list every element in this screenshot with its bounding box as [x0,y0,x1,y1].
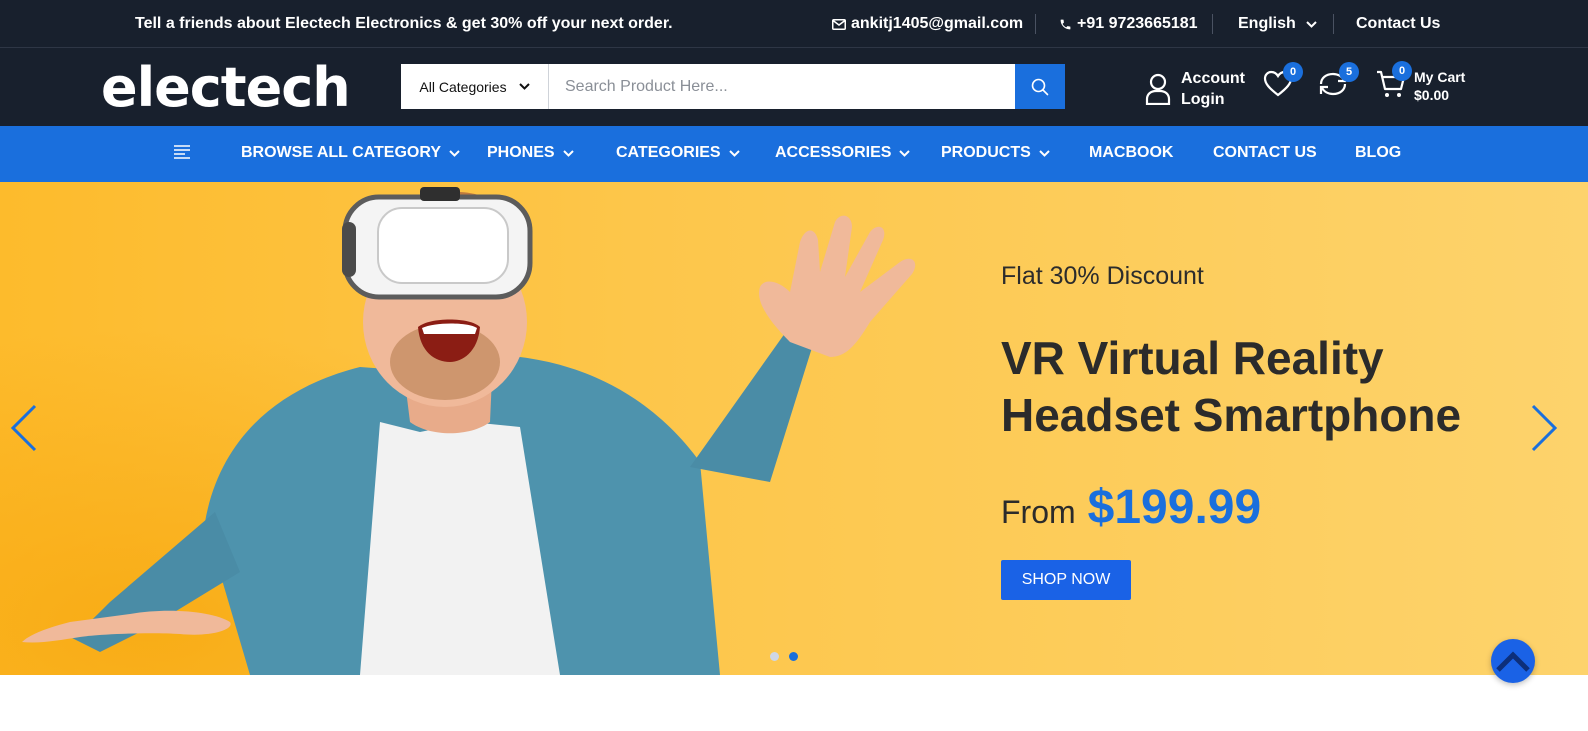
chevron-down-icon [562,149,574,157]
shop-now-button[interactable]: SHOP NOW [1001,560,1131,600]
main-nav: BROWSE ALL CATEGORY PHONES CATEGORIES AC… [0,126,1588,182]
nav-item-label: BROWSE ALL CATEGORY [241,144,441,161]
nav-categories[interactable]: CATEGORIES [616,144,740,162]
compare-count-badge: 5 [1339,62,1359,82]
nav-accessories[interactable]: ACCESSORIES [775,144,911,162]
account-link[interactable]: Account Login [1145,68,1245,110]
category-select-label: All Categories [419,78,507,95]
slider-dot-1[interactable] [770,652,779,661]
language-label: English [1238,15,1296,32]
scroll-to-top-button[interactable] [1491,639,1535,683]
chevron-down-icon [449,149,460,157]
nav-item-label: CATEGORIES [616,144,721,161]
nav-item-label: BLOG [1355,144,1402,161]
promo-text: Tell a friends about Electech Electronic… [135,15,673,32]
wishlist-count-badge: 0 [1283,62,1303,82]
chevron-up-icon [1496,651,1530,672]
hero-subtitle: Flat 30% Discount [1001,262,1204,290]
nav-macbook[interactable]: MACBOOK [1089,144,1173,162]
account-label: Account [1181,70,1245,87]
slider-dots [770,652,798,661]
arrow-left-icon [10,404,37,452]
search-bar: All Categories [401,64,1065,109]
divider [1212,14,1213,34]
nav-phones[interactable]: PHONES [487,144,574,162]
cart-count-badge: 0 [1392,60,1412,81]
hero-title: VR Virtual Reality Headset Smartphone [1001,330,1521,444]
nav-products[interactable]: PRODUCTS [941,144,1050,162]
cart-icon-wrap: 0 [1376,60,1412,104]
compare-button[interactable]: 5 [1317,62,1359,103]
main-header: electech All Categories Account Login 0 … [0,48,1588,126]
menu-button[interactable] [173,144,191,165]
hero-image [0,182,960,675]
menu-icon [174,145,190,159]
chevron-down-icon [1306,20,1317,28]
nav-item-label: PHONES [487,144,555,161]
nav-blog[interactable]: BLOG [1355,144,1401,162]
login-label: Login [1181,91,1225,108]
nav-item-label: MACBOOK [1089,144,1174,161]
divider [1035,14,1036,34]
email-text: ankitj1405@gmail.com [851,15,1024,32]
hero-slider: Flat 30% Discount VR Virtual Reality Hea… [0,182,1588,675]
nav-item-label: ACCESSORIES [775,144,892,161]
chevron-down-icon [899,149,911,157]
arrow-right-icon [1531,404,1558,452]
top-bar: Tell a friends about Electech Electronic… [0,0,1588,48]
search-icon [1031,78,1049,95]
search-input[interactable] [549,64,1015,109]
wishlist-button[interactable]: 0 [1263,62,1303,103]
chevron-down-icon [518,83,530,90]
phone-icon [1060,19,1071,29]
phone-link[interactable]: +91 9723665181 [1059,15,1198,33]
hero-title-line1: VR Virtual Reality [1001,332,1384,384]
nav-browse-all-category[interactable]: BROWSE ALL CATEGORY [241,144,460,162]
phone-text: +91 9723665181 [1077,15,1198,32]
slider-dot-2[interactable] [789,652,798,661]
language-select[interactable]: English [1238,15,1317,33]
hero-price: $199.99 [1087,481,1262,534]
chevron-down-icon [1039,149,1050,157]
nav-item-label: PRODUCTS [941,144,1031,161]
nav-contact-us[interactable]: CONTACT US [1213,144,1317,162]
hero-title-line2: Headset Smartphone [1001,389,1462,441]
hero-from-label: From [1001,494,1076,530]
email-link[interactable]: ankitj1405@gmail.com [832,15,1023,33]
cart-button[interactable]: 0 My Cart $0.00 [1376,60,1466,104]
divider [1333,14,1334,34]
slider-prev-button[interactable] [10,404,38,457]
contact-us-link[interactable]: Contact Us [1356,15,1440,33]
chevron-down-icon [728,149,740,157]
slider-next-button[interactable] [1530,404,1558,457]
search-button[interactable] [1015,64,1065,109]
site-logo[interactable]: electech [101,56,351,119]
user-icon [1145,73,1171,105]
category-select[interactable]: All Categories [401,64,549,109]
hero-price-row: From $199.99 [1001,480,1261,535]
cart-label: My Cart [1414,69,1466,85]
email-icon [832,18,846,30]
cart-total: $0.00 [1414,87,1450,103]
nav-item-label: CONTACT US [1213,144,1317,161]
